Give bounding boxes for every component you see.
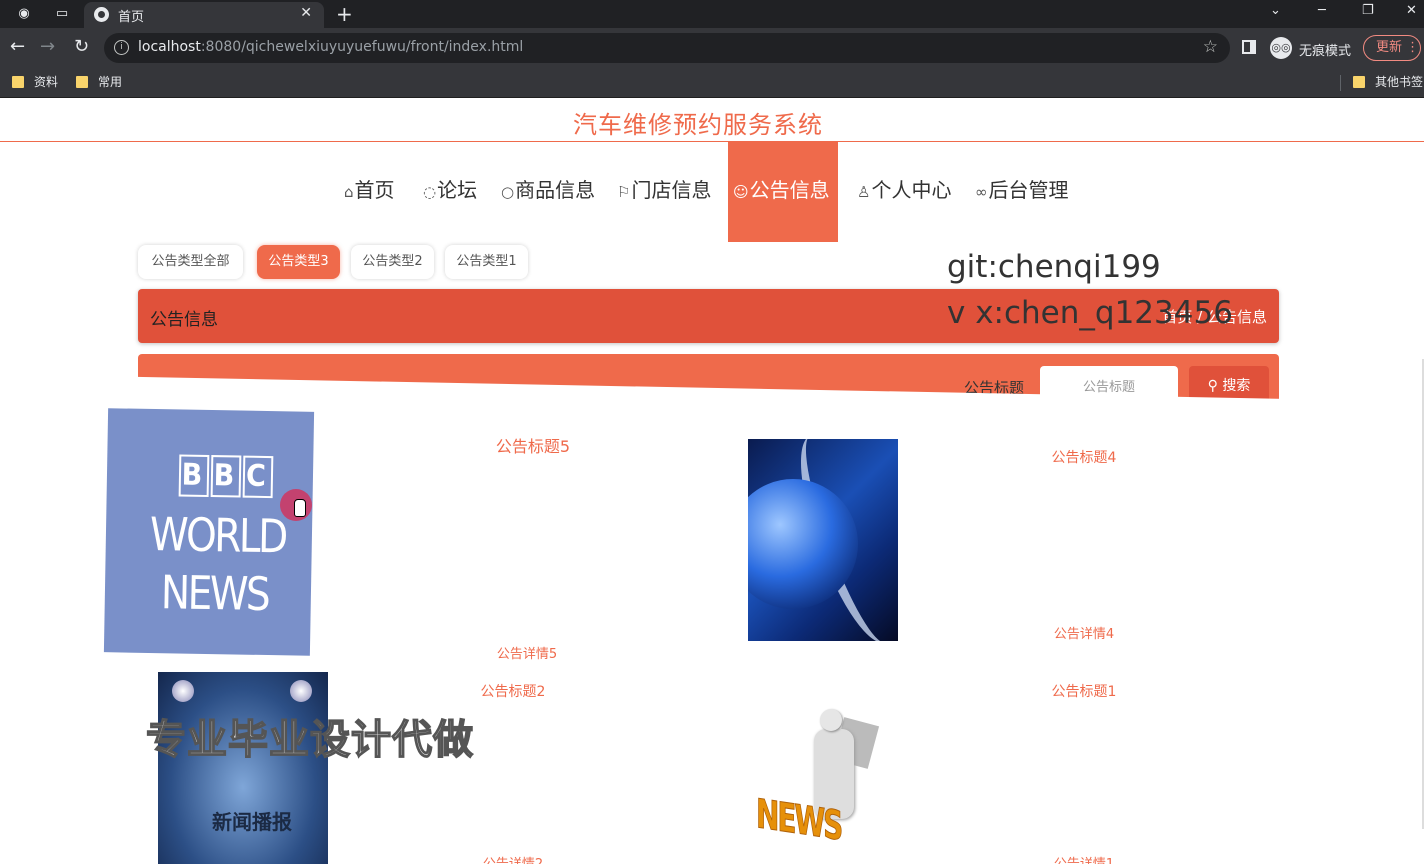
nav-admin[interactable]: ∞后台管理 — [975, 141, 1069, 242]
web-page: 汽车维修预约服务系统 ⌂首页 ◌论坛 ○商品信息 ⚐门店信息 ☺公告信息 ♙个人… — [0, 99, 1424, 864]
smile-icon: ☺ — [733, 183, 749, 201]
browser-tab-strip: ◉ ▭ 首页 ✕ + ⌄ ─ ❐ ✕ — [0, 0, 1424, 28]
nav-forum[interactable]: ◌论坛 — [423, 141, 477, 242]
forward-arrow-icon[interactable]: → — [40, 37, 55, 57]
announcement-title-2[interactable]: 公告标题2 — [428, 681, 598, 701]
site-info-icon[interactable]: i — [114, 40, 129, 55]
announcement-detail-1: 公告详情1 — [998, 853, 1170, 864]
home-icon: ⌂ — [344, 183, 354, 201]
circle-icon: ○ — [501, 183, 515, 201]
bbc-world-text: WORLD — [149, 506, 287, 564]
nav-stores[interactable]: ⚐门店信息 — [617, 141, 711, 242]
browser-toolbar: ← → ↻ i localhost:8080/qichewelxiuyuyuef… — [0, 28, 1424, 68]
bookmark-folder-ziliao[interactable]: 资料 — [12, 74, 58, 90]
spotlight-icon — [290, 680, 312, 702]
watermark-line-1: git:chenqi199 — [947, 249, 1161, 285]
browser-menu-icon[interactable]: ◉ — [14, 4, 34, 24]
back-arrow-icon[interactable]: ← — [10, 37, 25, 57]
spotlight-icon — [172, 680, 194, 702]
announcement-detail-5: 公告详情5 — [496, 647, 558, 662]
user-icon: ♙ — [857, 183, 871, 201]
tab-search-icon[interactable]: ▭ — [52, 4, 72, 24]
announcement-image-broadcast[interactable]: 新闻播报 — [158, 672, 328, 864]
category-type3-button[interactable]: 公告类型3 — [257, 245, 340, 279]
category-all-button[interactable]: 公告类型全部 — [138, 245, 243, 279]
announcement-image-news-figure[interactable]: NEWS — [750, 699, 890, 859]
section-title: 公告信息 — [150, 310, 218, 330]
globe-icon — [94, 7, 109, 22]
close-tab-icon[interactable]: ✕ — [300, 5, 312, 21]
incognito-label: 无痕模式 — [1299, 44, 1352, 59]
tab-list-chevron-icon[interactable]: ⌄ — [1270, 3, 1281, 18]
close-window-icon[interactable]: ✕ — [1406, 3, 1417, 18]
bookmark-star-icon[interactable]: ☆ — [1203, 37, 1218, 57]
folder-icon — [12, 76, 24, 88]
update-button[interactable]: 更新 ⋮ — [1363, 35, 1421, 61]
category-type2-button[interactable]: 公告类型2 — [351, 245, 434, 279]
nav-products[interactable]: ○商品信息 — [501, 141, 595, 242]
link-icon: ∞ — [975, 183, 988, 201]
palette-icon: ◌ — [423, 183, 437, 201]
announcement-title-5[interactable]: 公告标题5 — [440, 433, 626, 457]
announcement-detail-2: 公告详情2 — [428, 853, 598, 864]
category-type1-button[interactable]: 公告类型1 — [445, 245, 528, 279]
watermark-line-2: v x:chen_q123456 — [947, 295, 1233, 331]
bookmarks-bar: 资料 常用 其他书签 — [0, 68, 1424, 98]
bbc-logo: BBC — [178, 453, 276, 499]
promo-overlay-text: 专业毕业设计代做 — [145, 716, 474, 764]
bookmark-separator — [1340, 75, 1341, 91]
broadcast-caption: 新闻播报 — [212, 810, 292, 834]
nav-personal-center[interactable]: ♙个人中心 — [857, 141, 951, 242]
url-text[interactable]: localhost:8080/qichewelxiuyuyuefuwu/fron… — [138, 39, 523, 55]
nav-announcements[interactable]: ☺公告信息 — [728, 141, 838, 242]
other-bookmarks-folder[interactable]: 其他书签 — [1353, 74, 1423, 90]
reload-icon[interactable]: ↻ — [74, 37, 89, 57]
new-tab-button[interactable]: + — [336, 2, 353, 26]
announcement-title-4[interactable]: 公告标题4 — [998, 447, 1170, 467]
announcement-detail-4: 公告详情4 — [1053, 627, 1115, 642]
address-bar[interactable]: i localhost:8080/qichewelxiuyuyuefuwu/fr… — [104, 33, 1230, 63]
side-panel-icon[interactable] — [1242, 40, 1256, 54]
minimize-icon[interactable]: ─ — [1318, 3, 1326, 18]
browser-tab-home[interactable]: 首页 ✕ — [84, 2, 324, 28]
title-divider — [0, 141, 1424, 142]
site-title: 汽车维修预约服务系统 — [573, 111, 823, 139]
bbc-news-text: NEWS — [160, 565, 269, 622]
page-scrollbar[interactable] — [1416, 359, 1424, 829]
tab-title: 首页 — [118, 10, 145, 25]
flag-icon: ⚐ — [617, 183, 631, 201]
folder-icon — [76, 76, 88, 88]
nav-home[interactable]: ⌂首页 — [344, 141, 395, 242]
announcement-image-bbc[interactable]: BBC WORLD NEWS — [103, 408, 315, 656]
restore-icon[interactable]: ❐ — [1362, 3, 1374, 18]
announcement-image-globe[interactable] — [748, 439, 898, 641]
figure-head — [820, 709, 842, 731]
mouse-cursor-icon — [280, 489, 312, 521]
folder-icon — [1353, 76, 1365, 88]
incognito-icon: ◎◎ — [1270, 37, 1292, 59]
bookmark-folder-changyong[interactable]: 常用 — [76, 74, 122, 90]
search-icon: ⚲ — [1207, 378, 1218, 394]
announcement-title-1[interactable]: 公告标题1 — [998, 681, 1170, 701]
